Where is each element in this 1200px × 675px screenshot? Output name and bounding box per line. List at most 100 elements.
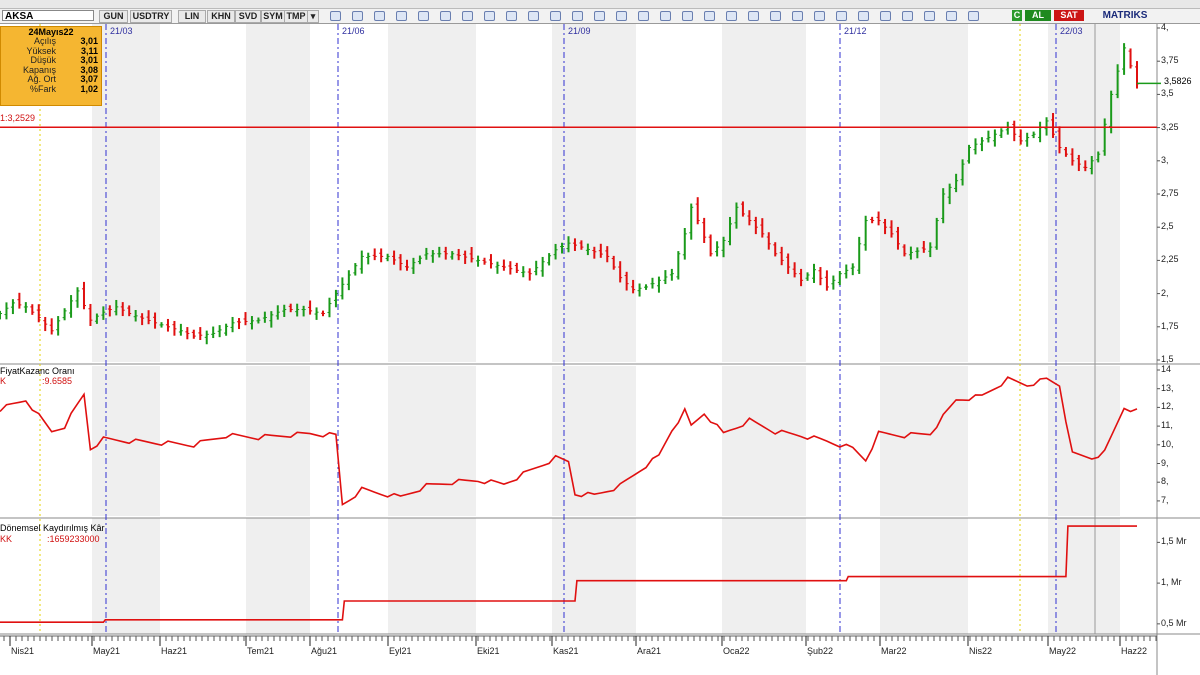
last-price-tag: 3,5826 [1162, 76, 1194, 86]
toolbar: AKSA GUN USDTRY LIN KHN SVD SYM TMP ▾ C … [0, 9, 1200, 24]
y-tick-label: 13, [1161, 382, 1174, 393]
month-band [388, 518, 476, 634]
drawing-tool-icon[interactable] [704, 11, 715, 21]
drawing-tools-bar [330, 10, 990, 22]
drawing-tool-icon[interactable] [726, 11, 737, 21]
drawing-tool-icon[interactable] [858, 11, 869, 21]
lin-button[interactable]: LIN [178, 10, 206, 23]
drawing-tool-icon[interactable] [462, 11, 473, 21]
window-title-bar [0, 0, 1200, 9]
drawing-tool-icon[interactable] [506, 11, 517, 21]
drawing-tool-icon[interactable] [792, 11, 803, 21]
y-tick-label: 9, [1161, 457, 1169, 468]
y-tick-label: 1,75 [1161, 320, 1179, 331]
drawing-tool-icon[interactable] [330, 11, 341, 21]
month-band [246, 518, 310, 634]
dropdown-arrow-icon[interactable]: ▾ [307, 10, 319, 23]
y-tick-label: 0,5 Mr [1161, 617, 1187, 628]
period-label: 21/09 [568, 26, 591, 36]
month-label: Eyl21 [389, 646, 412, 656]
month-band [552, 24, 636, 362]
earnings-panel-title: Dönemsel Kaydırılmış Kâr [0, 523, 105, 533]
month-band [1048, 24, 1120, 362]
drawing-tool-icon[interactable] [836, 11, 847, 21]
drawing-tool-icon[interactable] [550, 11, 561, 21]
month-label: Mar22 [881, 646, 907, 656]
ohlc-info-box: 24Mayıs22 Açılış 3,01 Yüksek 3,11 Düşük 3,0… [0, 26, 102, 106]
drawing-tool-icon[interactable] [660, 11, 671, 21]
chart-area [0, 24, 1200, 675]
drawing-tool-icon[interactable] [814, 11, 825, 21]
sym-button[interactable]: SYM [261, 10, 285, 23]
gun-button[interactable]: GUN [99, 10, 128, 23]
y-tick-label: 1,5 [1161, 354, 1174, 364]
diff-label: %Fark [29, 83, 56, 94]
symbol-text: AKSA [5, 11, 34, 22]
pe-sub-label: K [0, 376, 7, 386]
diff-value: 1,02 [80, 83, 98, 94]
period-label: 21/12 [844, 26, 867, 36]
drawing-tool-icon[interactable] [638, 11, 649, 21]
hline-label: 1:3,2529 [0, 113, 36, 123]
drawing-tool-icon[interactable] [528, 11, 539, 21]
month-label: Ağu21 [311, 646, 338, 656]
drawing-tool-icon[interactable] [902, 11, 913, 21]
drawing-tool-icon[interactable] [374, 11, 385, 21]
sat-button[interactable]: SAT [1054, 10, 1084, 21]
usdtry-button[interactable]: USDTRY [130, 10, 172, 23]
y-tick-label: 7, [1161, 494, 1169, 505]
month-label: May21 [93, 646, 121, 656]
month-band [722, 366, 806, 516]
y-tick-label: 3,75 [1161, 55, 1179, 66]
drawing-tool-icon[interactable] [770, 11, 781, 21]
month-label: Eki21 [477, 646, 500, 656]
drawing-tool-icon[interactable] [572, 11, 583, 21]
drawing-tool-icon[interactable] [616, 11, 627, 21]
y-tick-label: 12, [1161, 401, 1174, 412]
drawing-tool-icon[interactable] [352, 11, 363, 21]
month-band [92, 518, 160, 634]
drawing-tool-icon[interactable] [748, 11, 759, 21]
matriks-logo: MATRIKS [1090, 10, 1160, 21]
month-band [722, 518, 806, 634]
month-label: Kas21 [553, 646, 579, 656]
drawing-tool-icon[interactable] [924, 11, 935, 21]
month-band [722, 24, 806, 362]
pe-panel-title: FiyatKazanc Oranı [0, 366, 75, 376]
month-label: Şub22 [807, 646, 834, 656]
y-tick-label: 4, [1161, 22, 1169, 32]
month-band [92, 366, 160, 516]
svd-button[interactable]: SVD [235, 10, 261, 23]
y-tick-label: 1, Mr [1161, 577, 1182, 588]
drawing-tool-icon[interactable] [880, 11, 891, 21]
drawing-tool-icon[interactable] [440, 11, 451, 21]
month-label: Haz22 [1121, 646, 1148, 656]
earnings-value: :1659233000 [47, 534, 100, 544]
info-row: %Fark 1,02 [1, 83, 101, 95]
y-tick-label: 2,25 [1161, 254, 1179, 265]
month-band [388, 24, 476, 362]
y-tick-label: 2, [1161, 287, 1169, 298]
month-label: Tem21 [247, 646, 275, 656]
drawing-tool-icon[interactable] [682, 11, 693, 21]
month-band [880, 24, 968, 362]
y-tick-label: 10, [1161, 438, 1174, 449]
tmp-button[interactable]: TMP [284, 10, 308, 23]
c-label[interactable]: C [1012, 10, 1022, 21]
drawing-tool-icon[interactable] [946, 11, 957, 21]
earnings-sub-label: KK [0, 534, 13, 544]
month-band [246, 366, 310, 516]
y-tick-label: 14 [1161, 364, 1172, 374]
drawing-tool-icon[interactable] [418, 11, 429, 21]
khn-button[interactable]: KHN [207, 10, 235, 23]
drawing-tool-icon[interactable] [484, 11, 495, 21]
symbol-input[interactable]: AKSA [2, 10, 94, 22]
period-label: 21/03 [110, 26, 133, 36]
al-button[interactable]: AL [1025, 10, 1051, 21]
month-label: Ara21 [637, 646, 662, 656]
period-label: 22/03 [1060, 26, 1083, 36]
y-tick-label: 2,5 [1161, 221, 1174, 232]
drawing-tool-icon[interactable] [968, 11, 979, 21]
drawing-tool-icon[interactable] [396, 11, 407, 21]
drawing-tool-icon[interactable] [594, 11, 605, 21]
